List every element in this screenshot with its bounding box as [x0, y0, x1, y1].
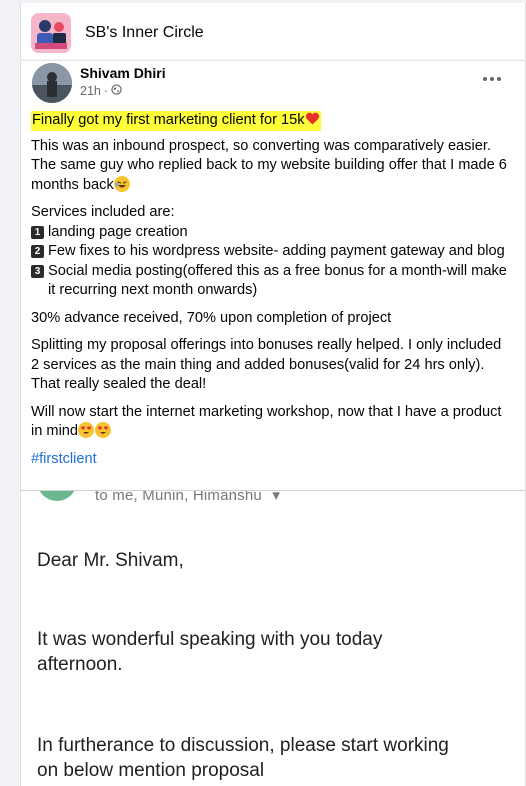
separator-dot: ·	[103, 84, 109, 98]
post-body: Finally got my first marketing client fo…	[31, 111, 511, 469]
heart-icon	[305, 112, 320, 128]
post-card: Shivam Dhiri 21h · Finally got my first …	[20, 60, 526, 786]
group-cover-icon[interactable]	[31, 13, 71, 53]
email-line-4: on below mention proposal	[37, 760, 265, 781]
keycap-3-icon: 3	[31, 264, 44, 278]
paragraph-1-text: This was an inbound prospect, so convert…	[31, 137, 507, 193]
hashtag-link[interactable]: #firstclient	[31, 450, 511, 470]
paragraph-2: Splitting my proposal offerings into bon…	[31, 337, 502, 392]
headline-text: Finally got my first marketing client fo…	[32, 112, 305, 128]
highlighted-headline: Finally got my first marketing client fo…	[31, 111, 321, 131]
services-intro: Services included are:	[31, 204, 175, 220]
group-header: SB's Inner Circle	[20, 3, 526, 59]
heart-eyes-emoji-icon	[78, 422, 95, 438]
sender-avatar	[37, 491, 77, 501]
author-name[interactable]: Shivam Dhiri	[80, 65, 166, 81]
payment-text: 30% advance received, 70% upon completio…	[31, 309, 392, 326]
email-line-3: In furtherance to discussion, please sta…	[37, 735, 449, 756]
laughing-emoji-icon	[113, 175, 130, 192]
recipients-text: to me, Munin, Himanshu	[95, 490, 262, 504]
service-item-1: 1 landing page creation	[31, 223, 511, 243]
chevron-down-icon: ▾	[272, 490, 281, 504]
service-text: Social media posting(offered this as a f…	[48, 262, 507, 299]
email-recipients: to me, Munin, Himanshu ▾	[95, 490, 281, 504]
globe-icon	[111, 84, 122, 98]
author-avatar[interactable]	[32, 63, 72, 103]
keycap-1-icon: 1	[31, 225, 44, 239]
post-time[interactable]: 21h	[80, 84, 101, 98]
email-greeting: Dear Mr. Shivam,	[37, 550, 184, 571]
paragraph-3: Will now start the internet marketing wo…	[31, 403, 511, 442]
more-options-icon[interactable]	[483, 73, 503, 85]
keycap-2-icon: 2	[31, 245, 44, 258]
email-line-2: afternoon.	[37, 654, 123, 675]
service-item-3: 3 Social media posting(offered this as a…	[31, 262, 511, 301]
paragraph-1: This was an inbound prospect, so convert…	[31, 137, 511, 196]
service-item-2: 2 Few fixes to his wordpress website- ad…	[31, 242, 511, 262]
heart-eyes-emoji-icon	[95, 422, 112, 438]
service-text: landing page creation	[48, 223, 188, 240]
attached-email-image[interactable]: to me, Munin, Himanshu ▾ Dear Mr. Shivam…	[21, 490, 525, 786]
email-line-1: It was wonderful speaking with you today	[37, 629, 383, 650]
service-text: Few fixes to his wordpress website- addi…	[48, 243, 505, 259]
post-meta: 21h ·	[80, 84, 122, 98]
services-block: Services included are: 1 landing page cr…	[31, 203, 511, 301]
group-name[interactable]: SB's Inner Circle	[85, 24, 204, 42]
